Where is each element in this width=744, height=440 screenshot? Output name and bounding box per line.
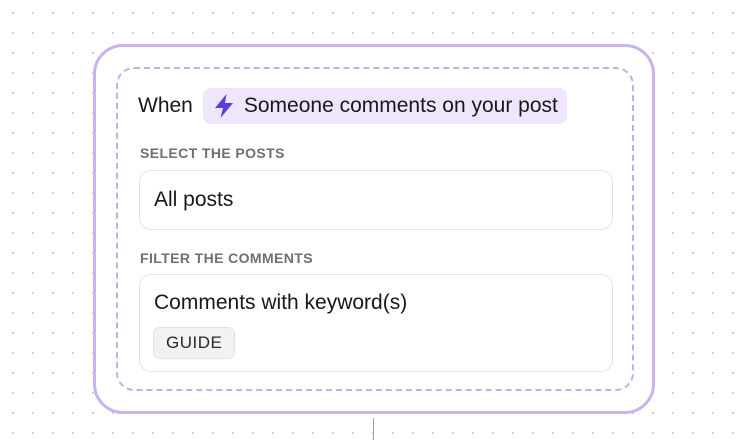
trigger-row: When Someone comments on your post <box>138 88 567 124</box>
filter-comments-value: Comments with keyword(s) <box>154 291 408 314</box>
keyword-tag: GUIDE <box>153 327 236 359</box>
flow-connector-line <box>373 418 374 440</box>
trigger-event-chip[interactable]: Someone comments on your post <box>202 88 567 124</box>
trigger-card[interactable]: When Someone comments on your post SELEC… <box>93 44 655 414</box>
select-posts-label: SELECT THE POSTS <box>140 145 285 161</box>
filter-comments-label: FILTER THE COMMENTS <box>140 250 313 266</box>
select-posts-field[interactable]: All posts <box>139 170 613 230</box>
filter-comments-field[interactable]: Comments with keyword(s) GUIDE <box>139 274 613 372</box>
lightning-bolt-icon <box>211 93 237 119</box>
when-label: When <box>138 94 193 117</box>
select-posts-value: All posts <box>154 188 234 211</box>
trigger-event-label: Someone comments on your post <box>243 94 558 117</box>
